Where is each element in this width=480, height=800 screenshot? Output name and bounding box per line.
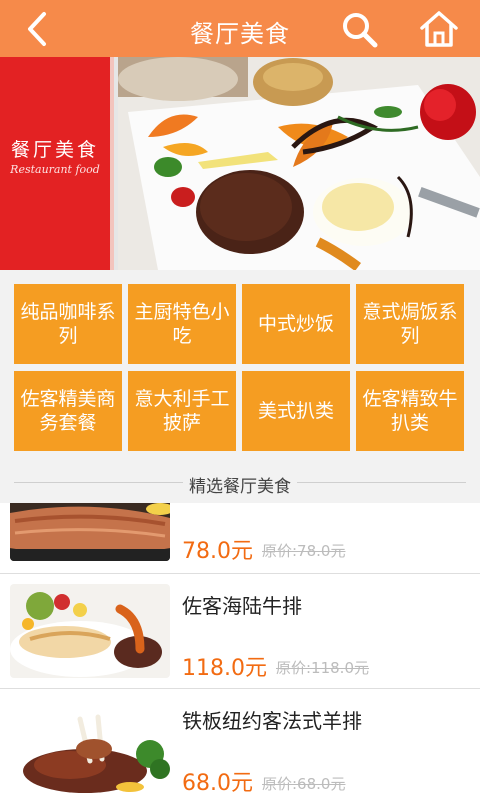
item-thumbnail: [10, 503, 170, 561]
home-icon: [420, 11, 458, 47]
page-title: 餐厅美食: [190, 20, 290, 48]
category-tile[interactable]: 中式炒饭: [242, 284, 350, 364]
list-item[interactable]: 78.0元 原价:78.0元: [0, 503, 480, 573]
item-name: 佐客海陆牛排: [182, 594, 302, 618]
banner-title-cn: 餐厅美食: [10, 139, 99, 161]
category-tile[interactable]: 佐客精致牛扒类: [356, 371, 464, 451]
promo-banner[interactable]: 餐厅美食 Restaurant food: [0, 57, 480, 270]
item-price: 68.0元: [182, 771, 253, 796]
item-original-price: 原价:68.0元: [262, 775, 346, 793]
item-original-price: 原价:78.0元: [262, 542, 346, 560]
home-button[interactable]: [416, 6, 462, 50]
category-tile[interactable]: 主厨特色小吃: [128, 284, 236, 364]
list-item[interactable]: 铁板纽约客法式羊排 68.0元 原价:68.0元: [0, 689, 480, 800]
category-tile[interactable]: 美式扒类: [242, 371, 350, 451]
category-tile[interactable]: 纯品咖啡系列: [14, 284, 122, 364]
banner-title-en: Restaurant food: [10, 163, 100, 176]
item-price: 78.0元: [182, 539, 253, 564]
item-thumbnail: [10, 699, 170, 800]
item-original-price: 原价:118.0元: [276, 659, 369, 677]
featured-section-header: 精选餐厅美食: [0, 470, 480, 497]
steak-dish-image: [118, 57, 480, 270]
app-header: 餐厅美食: [0, 0, 480, 57]
banner-label-panel: 餐厅美食 Restaurant food: [0, 57, 114, 270]
search-button[interactable]: [338, 8, 382, 50]
category-tile[interactable]: 意式焗饭系列: [356, 284, 464, 364]
item-thumbnail: [10, 584, 170, 678]
category-tile[interactable]: 佐客精美商务套餐: [14, 371, 122, 451]
section-title: 精选餐厅美食: [183, 477, 297, 497]
category-tile[interactable]: 意大利手工披萨: [128, 371, 236, 451]
item-price: 118.0元: [182, 656, 267, 681]
search-icon: [343, 13, 378, 48]
list-item[interactable]: 佐客海陆牛排 118.0元 原价:118.0元: [0, 574, 480, 688]
item-name: 铁板纽约客法式羊排: [182, 709, 362, 733]
